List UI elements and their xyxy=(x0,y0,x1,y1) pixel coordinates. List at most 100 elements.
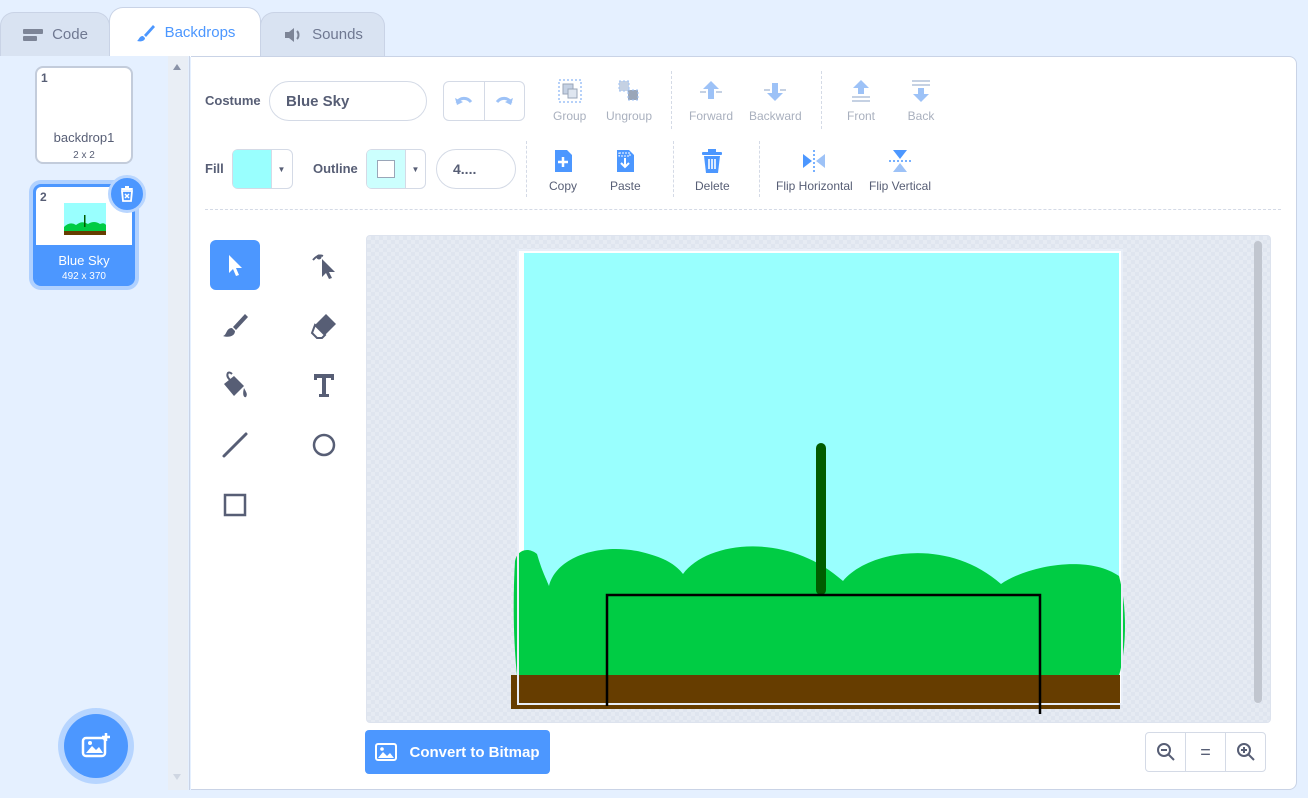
reshape-tool[interactable] xyxy=(299,240,349,290)
tab-sounds[interactable]: Sounds xyxy=(260,12,385,56)
scroll-up-arrow-icon[interactable] xyxy=(173,64,181,70)
flip-horizontal-label: Flip Horizontal xyxy=(776,179,853,193)
backdrop-list-scrollbar[interactable] xyxy=(168,56,188,790)
front-button[interactable]: Front xyxy=(847,77,875,123)
copy-button[interactable]: Copy xyxy=(549,147,577,193)
rectangle-icon xyxy=(223,493,247,517)
redo-icon xyxy=(496,96,514,105)
tab-sounds-label: Sounds xyxy=(312,26,363,43)
eraser-tool[interactable] xyxy=(299,300,349,350)
scroll-down-arrow-icon[interactable] xyxy=(173,774,181,780)
circle-tool[interactable] xyxy=(299,420,349,470)
back-button[interactable]: Back xyxy=(907,77,935,123)
rectangle-tool[interactable] xyxy=(210,480,260,530)
trash-icon xyxy=(121,186,133,202)
delete-backdrop-button[interactable] xyxy=(108,175,146,213)
copy-icon xyxy=(555,150,572,172)
outline-inner-square xyxy=(377,160,395,178)
brush-tool[interactable] xyxy=(210,300,260,350)
convert-to-bitmap-button[interactable]: Convert to Bitmap xyxy=(365,730,550,774)
select-tool[interactable] xyxy=(210,240,260,290)
line-icon xyxy=(222,432,248,458)
costume-name-input[interactable]: Blue Sky xyxy=(269,81,427,121)
copy-label: Copy xyxy=(549,179,578,193)
group-label: Group xyxy=(553,109,587,123)
zoom-in-icon xyxy=(1236,743,1255,761)
fill-tool[interactable] xyxy=(210,360,260,410)
flip-vertical-label: Flip Vertical xyxy=(869,179,932,193)
backdrop-number: 1 xyxy=(41,71,48,85)
zoom-out-icon xyxy=(1156,743,1175,761)
tab-backdrops[interactable]: Backdrops xyxy=(109,7,261,57)
canvas-scrollbar[interactable] xyxy=(1254,241,1262,703)
paste-button[interactable]: Paste xyxy=(610,147,641,193)
trash-icon xyxy=(702,149,723,173)
line-tool[interactable] xyxy=(210,420,260,470)
back-label: Back xyxy=(907,109,935,123)
text-t-icon xyxy=(314,374,334,397)
outline-swatch[interactable] xyxy=(367,150,405,188)
tab-code[interactable]: Code xyxy=(0,12,110,56)
choose-backdrop-button[interactable] xyxy=(64,714,128,778)
back-arrow-icon xyxy=(912,80,930,102)
fill-dropdown-caret-icon[interactable]: ▼ xyxy=(271,150,291,188)
separator xyxy=(821,71,822,129)
costume-label: Costume xyxy=(205,93,261,108)
tab-bar: Code Backdrops Sounds xyxy=(0,0,1308,57)
arrow-cursor-icon xyxy=(229,255,242,276)
forward-label: Forward xyxy=(689,109,734,123)
paint-editor: Costume Blue Sky Group Ungroup Forward B… xyxy=(191,56,1297,790)
backward-button[interactable]: Backward xyxy=(749,77,802,123)
delete-label: Delete xyxy=(695,179,730,193)
paste-label: Paste xyxy=(610,179,641,193)
undo-button[interactable] xyxy=(444,82,485,120)
image-icon xyxy=(375,743,398,761)
text-tool[interactable] xyxy=(299,360,349,410)
paintbrush-icon xyxy=(223,314,248,337)
toolbar-divider xyxy=(205,209,1281,210)
delete-button[interactable]: Delete xyxy=(695,147,730,193)
code-blocks-icon xyxy=(23,28,44,41)
convert-to-bitmap-label: Convert to Bitmap xyxy=(409,743,540,761)
separator xyxy=(759,141,760,197)
separator xyxy=(671,71,672,129)
separator xyxy=(526,141,527,197)
separator xyxy=(673,141,674,197)
stroke-width-input[interactable]: 4.... xyxy=(436,149,516,189)
flip-vertical-button[interactable]: Flip Vertical xyxy=(869,147,931,193)
front-label: Front xyxy=(847,109,876,123)
fill-label: Fill xyxy=(205,161,224,176)
backdrop-list: 1 backdrop1 2 x 2 2 Blue Sky 492 x 370 xyxy=(0,56,190,790)
flip-horizontal-button[interactable]: Flip Horizontal xyxy=(776,147,853,193)
front-arrow-icon xyxy=(852,80,870,102)
speaker-icon xyxy=(285,27,300,42)
outline-label: Outline xyxy=(313,161,358,176)
outline-dropdown-caret-icon[interactable]: ▼ xyxy=(405,150,425,188)
backdrop-thumbnail-image xyxy=(64,203,106,235)
outline-color-picker[interactable]: ▼ xyxy=(366,149,426,189)
backdrop-artwork[interactable] xyxy=(367,236,1271,723)
paste-icon xyxy=(617,150,635,172)
zoom-in-button[interactable] xyxy=(1225,733,1265,771)
ungroup-button[interactable]: Ungroup xyxy=(606,77,652,123)
ungroup-label: Ungroup xyxy=(606,109,653,123)
backward-arrow-icon xyxy=(764,83,787,101)
group-button[interactable]: Group xyxy=(553,77,586,123)
flip-horizontal-icon xyxy=(803,150,826,172)
tab-backdrops-label: Backdrops xyxy=(164,24,236,41)
backdrop-name: Blue Sky xyxy=(58,253,110,268)
fill-swatch[interactable] xyxy=(233,150,271,188)
fill-color-picker[interactable]: ▼ xyxy=(232,149,293,189)
zoom-out-button[interactable] xyxy=(1146,733,1185,771)
eraser-icon xyxy=(310,314,336,339)
add-image-icon xyxy=(81,733,110,758)
undo-redo-group xyxy=(443,81,525,121)
ungroup-icon xyxy=(618,80,639,101)
drawing-canvas[interactable] xyxy=(366,235,1271,723)
zoom-reset-button[interactable]: = xyxy=(1185,733,1225,771)
forward-button[interactable]: Forward xyxy=(689,77,733,123)
forward-arrow-icon xyxy=(700,81,722,99)
backdrop-item-1[interactable]: 1 backdrop1 2 x 2 xyxy=(35,66,133,164)
group-icon xyxy=(557,79,582,103)
redo-button[interactable] xyxy=(485,82,525,120)
